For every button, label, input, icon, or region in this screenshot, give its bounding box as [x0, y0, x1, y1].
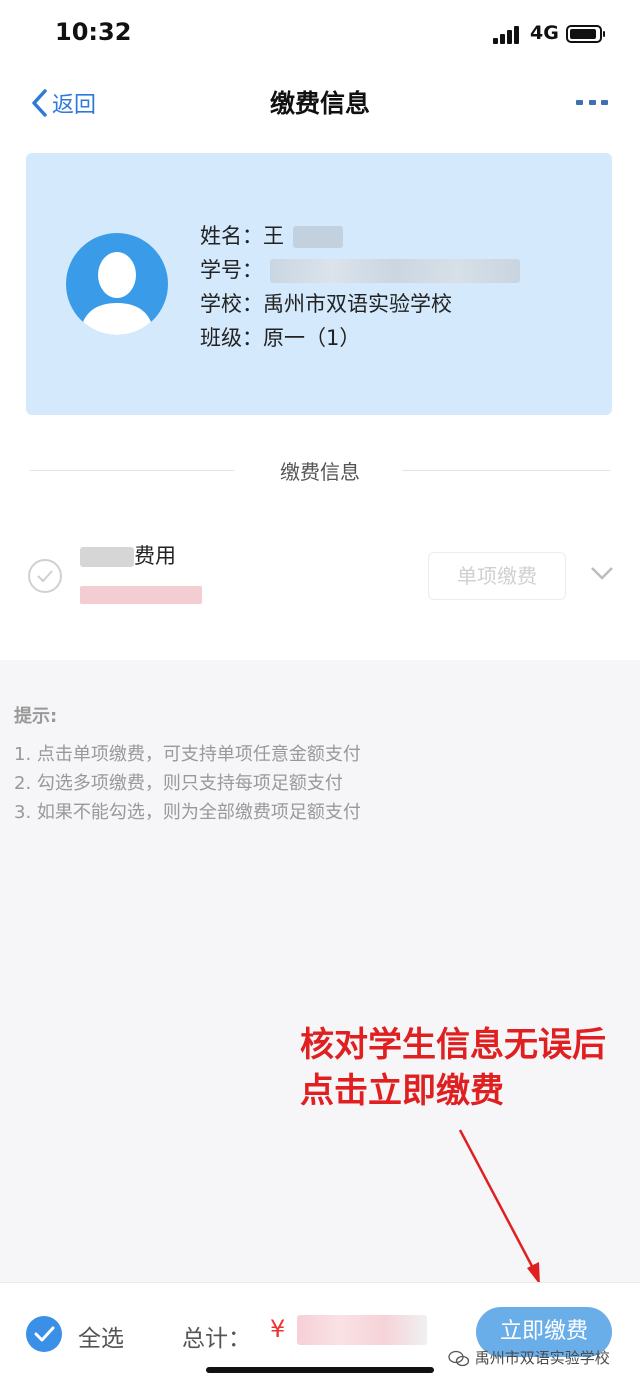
tips-list: 1. 点击单项缴费，可支持单项任意金额支付 2. 勾选多项缴费，则只支持每项足额… [14, 740, 361, 827]
check-icon [37, 570, 53, 583]
student-info: 姓名：王 学号： 学校：禹州市双语实验学校 班级：原一（1） [200, 219, 520, 355]
fee-name: 费用 [80, 540, 176, 570]
wechat-icon [448, 1350, 470, 1366]
signal-icon [493, 26, 521, 44]
tips-title: 提示: [14, 706, 58, 727]
class-label: 班级： [200, 326, 263, 350]
battery-icon [566, 25, 605, 43]
home-indicator [206, 1367, 434, 1373]
status-time: 10:32 [55, 18, 132, 46]
more-icon[interactable] [576, 100, 608, 108]
annotation-line: 核对学生信息无误后 [300, 1025, 606, 1065]
instruction-annotation: 核对学生信息无误后 点击立即缴费 [300, 1022, 606, 1114]
name-row: 姓名：王 [200, 219, 520, 253]
select-all-label[interactable]: 全选 [78, 1319, 124, 1353]
class-row: 班级：原一（1） [200, 321, 520, 355]
annotation-line: 点击立即缴费 [300, 1071, 504, 1111]
status-bar: 10:32 4G [0, 0, 640, 70]
network-type: 4G [530, 22, 559, 44]
redacted-fee-amount [80, 586, 202, 604]
single-pay-button[interactable]: 单项缴费 [428, 552, 566, 600]
bottom-bar: 全选 总计： ¥ 立即缴费 禹州市双语实验学校 [0, 1282, 640, 1386]
id-label: 学号： [200, 258, 263, 282]
tip-item: 2. 勾选多项缴费，则只支持每项足额支付 [14, 773, 343, 794]
tip-item: 3. 如果不能勾选，则为全部缴费项足额支付 [14, 802, 361, 823]
fee-name-text: 费用 [134, 544, 176, 568]
redacted-id [269, 259, 520, 283]
school-value: 禹州市双语实验学校 [263, 292, 452, 316]
currency-symbol: ¥ [270, 1315, 286, 1343]
divider [402, 470, 610, 471]
tips-section: 提示: 1. 点击单项缴费，可支持单项任意金额支付 2. 勾选多项缴费，则只支持… [0, 660, 640, 1282]
check-icon [34, 1326, 55, 1342]
student-info-card: 姓名：王 学号： 学校：禹州市双语实验学校 班级：原一（1） [26, 153, 612, 415]
chevron-down-icon[interactable] [590, 566, 614, 580]
redacted-fee-name [80, 547, 134, 567]
watermark: 禹州市双语实验学校 [448, 1347, 610, 1368]
id-row: 学号： [200, 253, 520, 287]
section-header: 缴费信息 [0, 456, 640, 486]
page-title: 缴费信息 [269, 89, 370, 118]
class-value: 原一（1） [263, 326, 361, 350]
watermark-text: 禹州市双语实验学校 [474, 1349, 610, 1367]
avatar [66, 233, 168, 335]
select-all-checkbox[interactable] [26, 1316, 62, 1352]
name-value: 王 [263, 224, 284, 248]
school-row: 学校：禹州市双语实验学校 [200, 287, 520, 321]
nav-bar: 返回 缴费信息 [0, 70, 640, 134]
name-label: 姓名： [200, 224, 263, 248]
fee-checkbox[interactable] [28, 559, 62, 593]
user-icon [80, 252, 154, 335]
redacted-name [292, 226, 343, 248]
total-amount: ¥ [270, 1315, 427, 1345]
school-label: 学校： [200, 292, 263, 316]
fee-item-row: 费用 单项缴费 [0, 530, 640, 630]
tip-item: 1. 点击单项缴费，可支持单项任意金额支付 [14, 744, 361, 765]
total-label: 总计： [182, 1326, 251, 1352]
redacted-total [296, 1315, 427, 1345]
